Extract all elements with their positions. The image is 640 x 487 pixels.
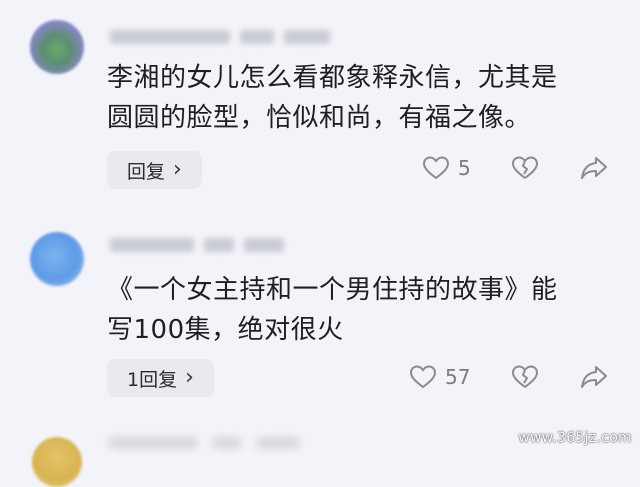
comment-meta-blurred xyxy=(110,238,284,254)
share-button[interactable] xyxy=(580,155,608,181)
heart-icon xyxy=(422,156,450,180)
like-button[interactable]: 5 xyxy=(422,155,471,181)
share-icon xyxy=(581,157,607,179)
avatar[interactable] xyxy=(30,20,84,74)
heart-icon xyxy=(409,365,437,389)
reply-button[interactable]: 回复 › xyxy=(107,151,202,189)
comment-meta-blurred xyxy=(256,437,300,449)
comment-meta-blurred xyxy=(108,437,198,449)
avatar[interactable] xyxy=(32,437,82,487)
chevron-right-icon: › xyxy=(173,157,182,182)
avatar[interactable] xyxy=(30,232,84,286)
share-button[interactable] xyxy=(580,364,608,390)
like-count: 57 xyxy=(445,365,471,389)
comment-meta-blurred xyxy=(110,30,330,46)
comment-item-1: 李湘的女儿怎么看都象释永信，尤其是 圆圆的脸型，恰似和尚，有福之像。 回复 › … xyxy=(0,0,640,200)
comment-text: 李湘的女儿怎么看都象释永信，尤其是 圆圆的脸型，恰似和尚，有福之像。 xyxy=(107,58,627,138)
comment-text-line: 李湘的女儿怎么看都象释永信，尤其是 xyxy=(107,63,558,93)
like-button[interactable]: 57 xyxy=(409,364,470,390)
dislike-button[interactable] xyxy=(511,364,539,390)
broken-heart-icon xyxy=(512,365,538,388)
watermark-text: www.365jz.com xyxy=(518,430,632,446)
reply-label: 1回复 xyxy=(127,368,178,391)
comment-item-2: 《一个女主持和一个男住持的故事》能 写100集，绝对很火 1回复 › 57 xyxy=(0,210,640,410)
comment-meta-blurred xyxy=(212,437,242,449)
comment-text-line: 圆圆的脸型，恰似和尚，有福之像。 xyxy=(107,103,532,133)
share-icon xyxy=(581,366,607,388)
comment-text: 《一个女主持和一个男住持的故事》能 写100集，绝对很火 xyxy=(107,270,627,350)
like-count: 5 xyxy=(458,156,471,180)
reply-label: 回复 xyxy=(127,160,166,183)
chevron-right-icon: › xyxy=(185,365,194,390)
comment-text-line: 《一个女主持和一个男住持的故事》能 xyxy=(107,275,558,305)
dislike-button[interactable] xyxy=(511,155,539,181)
broken-heart-icon xyxy=(512,156,538,179)
reply-button[interactable]: 1回复 › xyxy=(107,359,214,397)
comment-text-line: 写100集，绝对很火 xyxy=(107,315,344,345)
